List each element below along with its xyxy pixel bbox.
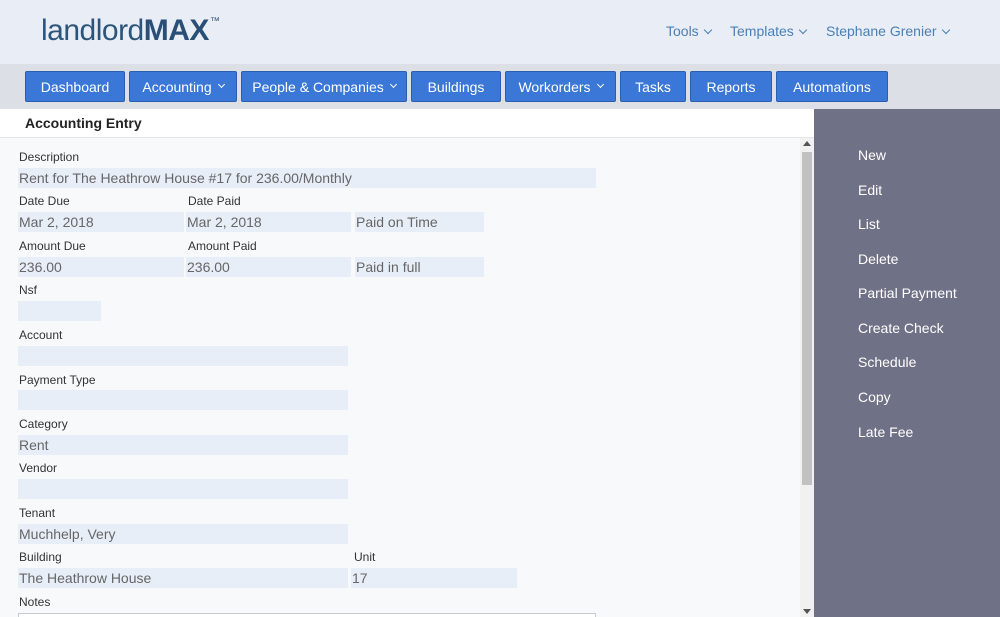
user-menu-label: Stephane Grenier <box>826 23 937 39</box>
date-due-field[interactable]: Mar 2, 2018 <box>18 212 184 232</box>
sidebar-item-new[interactable]: New <box>858 147 886 163</box>
nav-reports-button[interactable]: Reports <box>690 71 772 102</box>
unit-label: Unit <box>354 550 376 564</box>
nsf-label: Nsf <box>19 283 37 297</box>
logo-text-light: landlord <box>41 14 144 47</box>
tenant-field[interactable]: Muchhelp, Very <box>18 524 348 544</box>
payment-type-field[interactable] <box>18 390 348 410</box>
chevron-down-icon <box>596 80 604 89</box>
nav-tasks-button[interactable]: Tasks <box>620 71 686 102</box>
vendor-field[interactable] <box>18 479 348 499</box>
account-field[interactable] <box>18 346 348 366</box>
templates-menu-label: Templates <box>730 23 794 39</box>
category-label: Category <box>19 417 68 431</box>
nav-automations-button[interactable]: Automations <box>776 71 888 102</box>
app-header: landlordMAX™ Tools Templates Stephane Gr… <box>0 0 1000 64</box>
date-due-label: Date Due <box>19 194 70 208</box>
nav-label: Buildings <box>427 78 485 95</box>
nsf-field[interactable] <box>18 301 101 321</box>
main-nav: Dashboard Accounting People & Companies … <box>0 64 1000 109</box>
nav-label: Workorders <box>518 78 591 95</box>
main-content: Accounting Entry Description Rent for Th… <box>0 109 814 617</box>
scroll-up-icon[interactable] <box>803 141 811 146</box>
nav-workorders-button[interactable]: Workorders <box>505 71 616 102</box>
description-label: Description <box>19 150 80 164</box>
category-field[interactable]: Rent <box>18 435 348 455</box>
scroll-down-icon[interactable] <box>803 609 811 614</box>
sidebar-item-partial-payment[interactable]: Partial Payment <box>858 285 957 301</box>
building-field[interactable]: The Heathrow House <box>18 568 348 588</box>
tools-menu[interactable]: Tools <box>666 23 712 39</box>
chevron-down-icon <box>389 80 397 89</box>
payment-status-field[interactable]: Paid in full <box>355 257 484 277</box>
tools-menu-label: Tools <box>666 23 699 39</box>
amount-paid-label: Amount Paid <box>188 239 257 253</box>
date-paid-field[interactable]: Mar 2, 2018 <box>186 212 351 232</box>
building-label: Building <box>19 550 62 564</box>
chevron-down-icon <box>941 25 950 35</box>
logo-trademark: ™ <box>209 16 220 27</box>
unit-field[interactable]: 17 <box>351 568 517 588</box>
sidebar-item-list[interactable]: List <box>858 216 880 232</box>
scroll-thumb[interactable] <box>802 152 812 485</box>
date-paid-label: Date Paid <box>188 194 241 208</box>
notes-textarea[interactable] <box>18 613 596 617</box>
amount-due-field[interactable]: 236.00 <box>18 257 184 277</box>
sidebar-item-schedule[interactable]: Schedule <box>858 354 916 370</box>
chevron-down-icon <box>217 80 225 89</box>
payment-type-label: Payment Type <box>19 373 96 387</box>
nav-label: Dashboard <box>40 78 110 95</box>
nav-buildings-button[interactable]: Buildings <box>411 71 501 102</box>
nav-label: Automations <box>793 78 871 95</box>
nav-accounting-button[interactable]: Accounting <box>129 71 237 102</box>
sidebar-item-late-fee[interactable]: Late Fee <box>858 424 913 440</box>
accounting-entry-form: Description Rent for The Heathrow House … <box>0 138 800 617</box>
page-title: Accounting Entry <box>0 109 814 138</box>
sidebar-item-delete[interactable]: Delete <box>858 251 898 267</box>
vendor-label: Vendor <box>19 461 58 475</box>
nav-dashboard-button[interactable]: Dashboard <box>25 71 125 102</box>
landlordmax-logo[interactable]: landlordMAX™ <box>41 14 220 48</box>
chevron-down-icon <box>798 25 808 35</box>
account-label: Account <box>19 328 63 342</box>
nav-label: Tasks <box>635 78 671 95</box>
logo-text-bold: MAX <box>143 14 210 47</box>
sidebar-item-edit[interactable]: Edit <box>858 182 882 198</box>
sidebar-item-copy[interactable]: Copy <box>858 389 891 405</box>
nav-label: Reports <box>706 78 756 95</box>
notes-label: Notes <box>19 595 51 609</box>
amount-paid-field[interactable]: 236.00 <box>186 257 351 277</box>
user-menu[interactable]: Stephane Grenier <box>826 23 950 39</box>
amount-due-label: Amount Due <box>19 239 86 253</box>
nav-people-companies-button[interactable]: People & Companies <box>241 71 407 102</box>
tenant-label: Tenant <box>19 506 56 520</box>
templates-menu[interactable]: Templates <box>730 23 808 39</box>
nav-label: Accounting <box>142 78 212 95</box>
actions-sidebar: New Edit List Delete Partial Payment Cre… <box>814 109 1000 617</box>
vertical-scrollbar[interactable] <box>800 138 814 617</box>
nav-label: People & Companies <box>252 78 384 95</box>
chevron-down-icon <box>703 25 712 35</box>
sidebar-item-create-check[interactable]: Create Check <box>858 320 944 336</box>
description-field[interactable]: Rent for The Heathrow House #17 for 236.… <box>18 168 596 188</box>
paid-status-field[interactable]: Paid on Time <box>355 212 484 232</box>
